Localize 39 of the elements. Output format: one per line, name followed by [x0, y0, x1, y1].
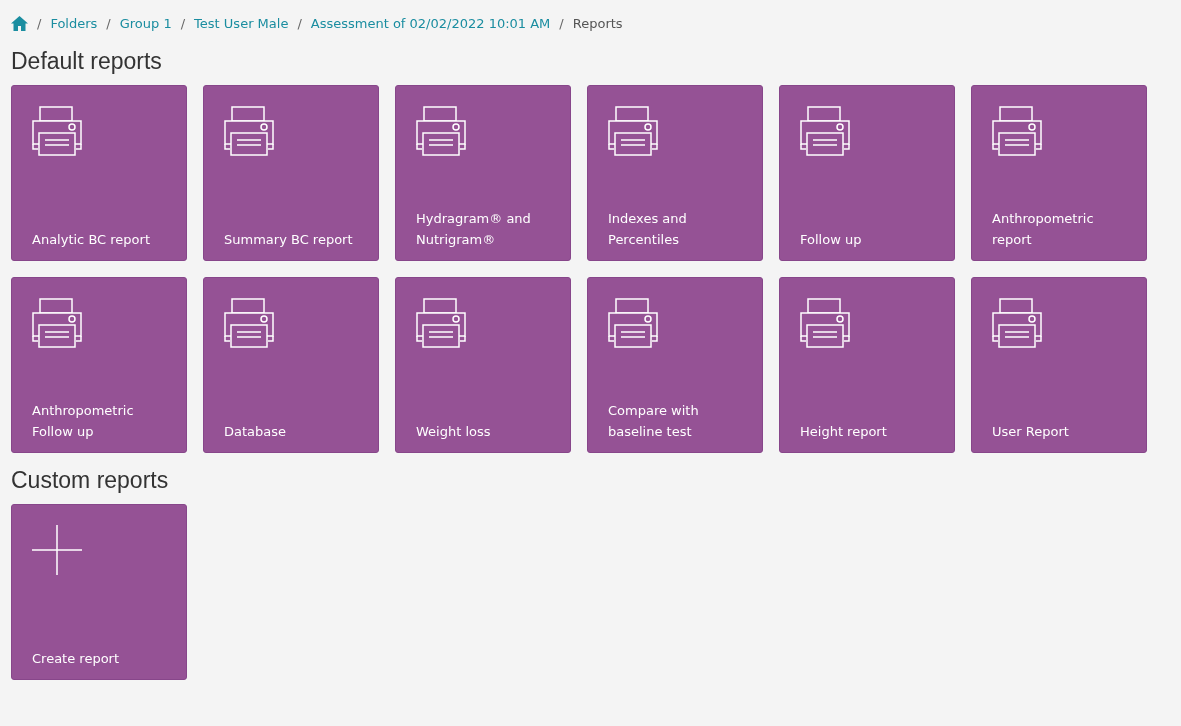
printer-icon: [224, 298, 274, 348]
report-tile[interactable]: Anthropometric report: [971, 85, 1147, 261]
report-tile[interactable]: Compare with baseline test: [587, 277, 763, 453]
report-tile[interactable]: Summary BC report: [203, 85, 379, 261]
printer-icon: [608, 106, 658, 156]
breadcrumb-separator: /: [180, 15, 186, 31]
report-tile[interactable]: Analytic BC report: [11, 85, 187, 261]
printer-icon: [224, 106, 274, 156]
breadcrumb-link[interactable]: Folders: [50, 15, 98, 31]
report-tile[interactable]: Database: [203, 277, 379, 453]
breadcrumb-link[interactable]: Assessment of 02/02/2022 10:01 AM: [310, 15, 551, 31]
plus-icon: [32, 525, 82, 575]
breadcrumb-current-page: Reports: [572, 15, 623, 31]
create-report-tile[interactable]: Create report: [11, 504, 187, 680]
breadcrumb-link[interactable]: Test User Male: [194, 15, 289, 31]
printer-icon: [608, 298, 658, 348]
printer-icon: [800, 106, 850, 156]
printer-icon: [800, 298, 850, 348]
printer-icon: [32, 298, 82, 348]
section-title: Custom reports: [11, 466, 170, 495]
printer-icon: [32, 106, 82, 156]
breadcrumb-link[interactable]: Group 1: [119, 15, 172, 31]
home-icon[interactable]: [11, 15, 28, 31]
breadcrumb-separator: /: [106, 15, 111, 31]
breadcrumb-separator: /: [297, 15, 302, 31]
report-tile[interactable]: Hydragram® and Nutrigram®: [395, 85, 571, 261]
report-tile[interactable]: Height report: [779, 277, 955, 453]
report-tile[interactable]: Indexes and Percentiles: [587, 85, 763, 261]
section-title: Default reports: [11, 47, 163, 76]
printer-icon: [992, 106, 1042, 156]
printer-icon: [416, 298, 466, 348]
printer-icon: [992, 298, 1042, 348]
breadcrumb-separator: /: [37, 15, 42, 31]
breadcrumb-separator: /: [559, 15, 564, 31]
report-tile[interactable]: Anthropometric Follow up: [11, 277, 187, 453]
report-tile[interactable]: User Report: [971, 277, 1147, 453]
report-tile[interactable]: Weight loss: [395, 277, 571, 453]
printer-icon: [416, 106, 466, 156]
report-tile[interactable]: Follow up: [779, 85, 955, 261]
